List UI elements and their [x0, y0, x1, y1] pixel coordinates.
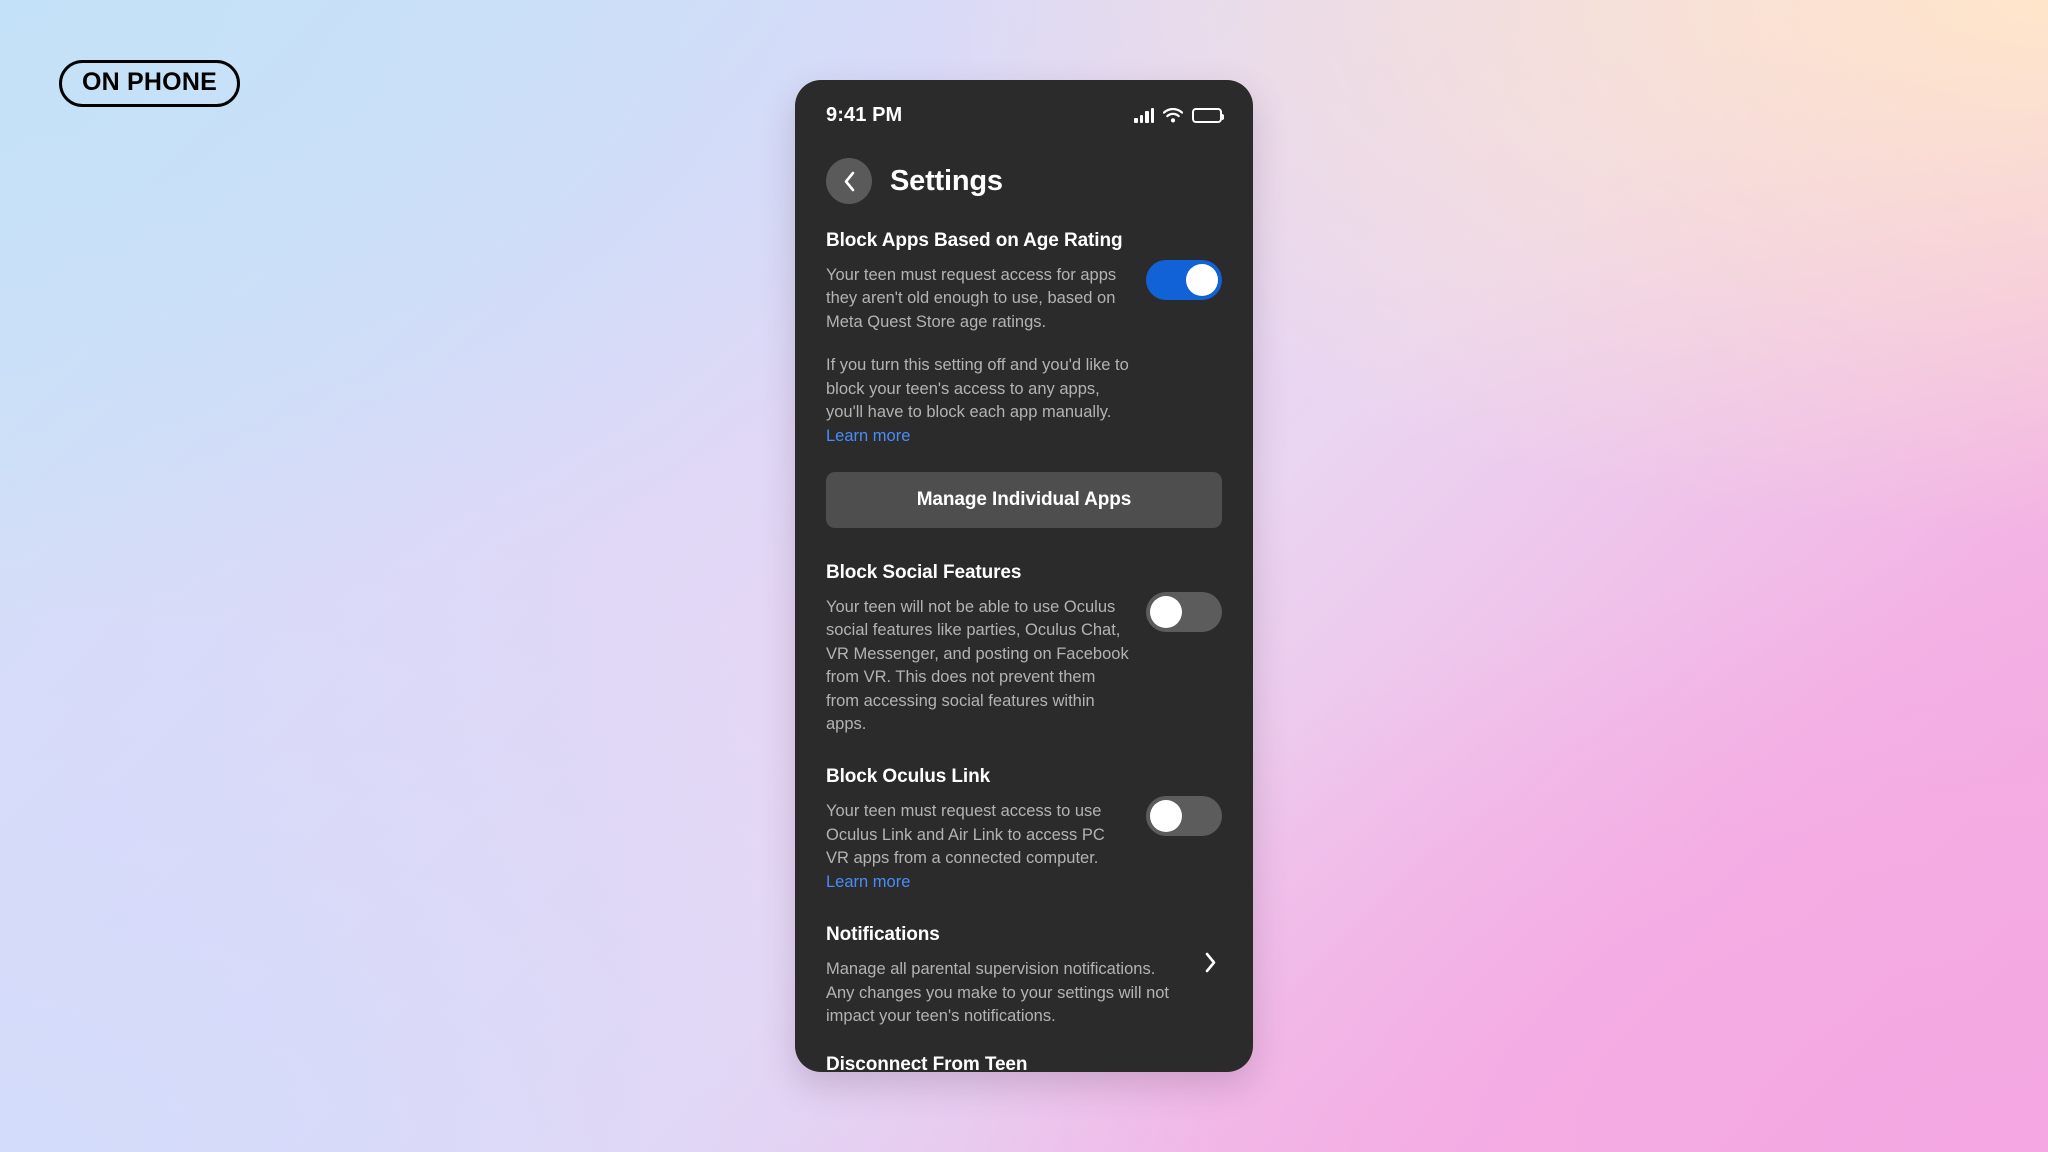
setting-title: Notifications	[826, 924, 940, 946]
page-title: Settings	[890, 164, 1003, 197]
setting-text-block: Block Apps Based on Age Rating Your teen…	[826, 230, 1132, 448]
setting-title: Block Oculus Link	[826, 766, 991, 788]
manage-individual-apps-button[interactable]: Manage Individual Apps	[826, 471, 1222, 528]
setting-title: Block Social Features	[826, 561, 1022, 583]
setting-description-secondary-text: If you turn this setting off and you'd l…	[826, 356, 1129, 422]
on-phone-badge: ON PHONE	[59, 60, 240, 107]
screen-header: Settings	[795, 136, 1253, 230]
toggle-knob	[1150, 800, 1182, 833]
setting-description-primary: Your teen must request access for apps t…	[826, 266, 1117, 331]
toggle-knob	[1150, 595, 1182, 628]
status-bar-time: 9:41 PM	[826, 103, 903, 126]
battery-icon	[1192, 107, 1224, 123]
setting-text-block: Block Social Features Your teen will not…	[826, 562, 1132, 737]
setting-description-primary: Your teen must request access to use Ocu…	[826, 800, 1132, 894]
setting-text-block: Disconnect From Teen Permanently disconn…	[826, 1054, 1171, 1072]
setting-item-disconnect-from-teen[interactable]: Disconnect From Teen Permanently disconn…	[826, 1054, 1222, 1072]
toggle-block-social-features[interactable]	[1146, 591, 1222, 632]
setting-title: Disconnect From Teen	[826, 1054, 1028, 1072]
setting-description-primary: Manage all parental supervision notifica…	[826, 960, 1170, 1026]
toggle-block-apps-age-rating[interactable]	[1146, 260, 1222, 300]
chevron-left-icon	[843, 171, 856, 192]
setting-item-block-apps-age-rating: Block Apps Based on Age Rating Your teen…	[826, 230, 1222, 448]
wifi-icon	[1163, 107, 1183, 123]
setting-description-secondary: If you turn this setting off and you'd l…	[826, 354, 1132, 448]
status-bar: 9:41 PM	[795, 80, 1253, 136]
phone-mockup: 9:41 PM Settings Block Apps Based on Age…	[795, 80, 1253, 1072]
chevron-right-icon-notifications[interactable]	[1198, 952, 1222, 973]
setting-description-text: Your teen must request access to use Ocu…	[826, 802, 1105, 868]
setting-title: Block Apps Based on Age Rating	[826, 230, 1123, 251]
learn-more-link-oculus-link[interactable]: Learn more	[826, 873, 910, 891]
settings-list: Block Apps Based on Age Rating Your teen…	[795, 230, 1253, 1072]
toggle-knob	[1186, 264, 1218, 296]
setting-item-block-oculus-link: Block Oculus Link Your teen must request…	[826, 766, 1222, 894]
setting-item-block-social-features: Block Social Features Your teen will not…	[826, 562, 1222, 737]
learn-more-link-block-apps[interactable]: Learn more	[826, 427, 910, 445]
setting-text-block: Block Oculus Link Your teen must request…	[826, 766, 1132, 894]
status-bar-icons	[1134, 107, 1224, 123]
cellular-signal-icon	[1134, 107, 1154, 123]
setting-item-notifications[interactable]: Notifications Manage all parental superv…	[826, 924, 1222, 1028]
toggle-block-oculus-link[interactable]	[1146, 796, 1222, 837]
setting-text-block: Notifications Manage all parental superv…	[826, 924, 1171, 1028]
setting-description-primary: Your teen will not be able to use Oculus…	[826, 597, 1129, 734]
back-button[interactable]	[826, 158, 872, 204]
